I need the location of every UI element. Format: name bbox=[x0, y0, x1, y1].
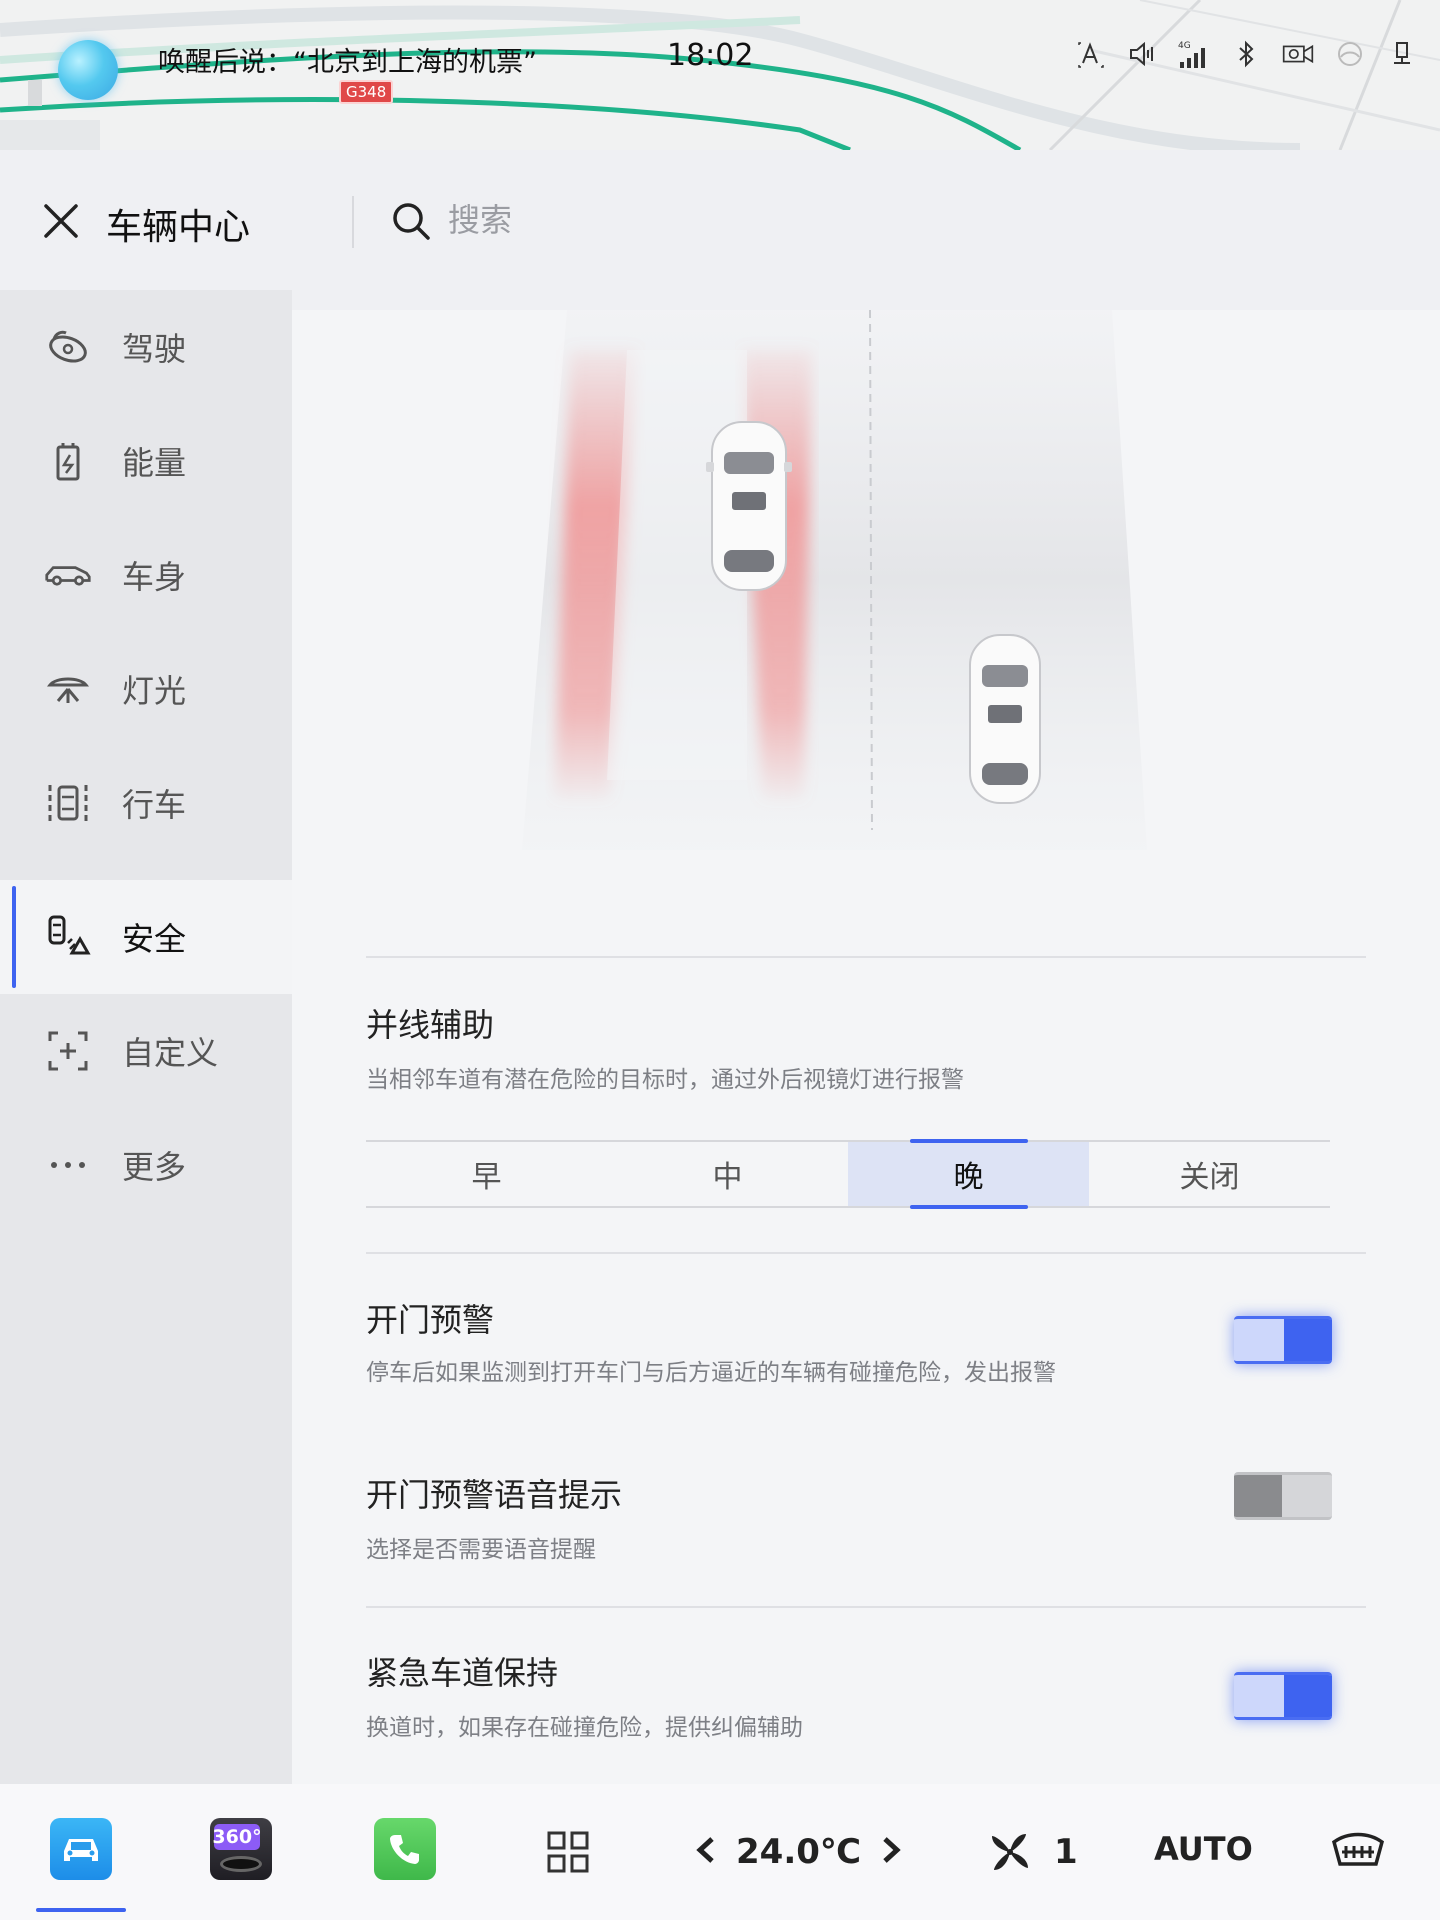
camera-icon[interactable] bbox=[1282, 38, 1314, 70]
status-bar: 唤醒后说：“北京到上海的机票” G348 18:02 4G bbox=[0, 0, 1440, 150]
sidebar-item-energy[interactable]: 能量 bbox=[0, 404, 292, 518]
temperature-control: 24.0℃ bbox=[694, 1824, 903, 1880]
search-icon[interactable] bbox=[390, 200, 432, 242]
phone-icon bbox=[390, 1835, 419, 1864]
section-divider bbox=[366, 1252, 1366, 1254]
more-icon bbox=[44, 1141, 92, 1189]
sidebar-item-label: 安全 bbox=[122, 920, 187, 958]
sidebar-item-label: 自定义 bbox=[122, 1034, 219, 1072]
clock: 18:02 bbox=[667, 38, 754, 73]
defrost-icon bbox=[1331, 1832, 1385, 1866]
lane-assist-title: 并线辅助 bbox=[366, 1006, 495, 1044]
road-badge: G348 bbox=[339, 80, 394, 104]
battery-icon bbox=[44, 437, 92, 485]
custom-icon bbox=[44, 1027, 92, 1075]
segment-option-mid[interactable]: 中 bbox=[607, 1142, 848, 1206]
car-icon bbox=[64, 1839, 98, 1861]
segment-option-late[interactable]: 晚 bbox=[848, 1142, 1089, 1206]
door-warning-title: 开门预警 bbox=[366, 1301, 495, 1339]
sidebar-item-more[interactable]: 更多 bbox=[0, 1108, 292, 1222]
lane-assist-segmented-control: 早 中 晚 关闭 bbox=[366, 1140, 1330, 1208]
ego-car bbox=[706, 421, 792, 591]
settings-panel: 并线辅助 当相邻车道有潜在危险的目标时，通过外后视镜灯进行报警 早 中 晚 关闭… bbox=[292, 310, 1440, 1784]
wake-hint: 唤醒后说：“北京到上海的机票” bbox=[158, 47, 537, 78]
sidebar-item-driving[interactable]: 驾驶 bbox=[0, 290, 292, 404]
emergency-lane-keep-toggle[interactable] bbox=[1234, 1672, 1332, 1720]
app-grid-button[interactable] bbox=[536, 1820, 600, 1884]
segment-option-early[interactable]: 早 bbox=[366, 1142, 607, 1206]
fan-control[interactable]: 1 bbox=[988, 1824, 1078, 1880]
segment-option-off[interactable]: 关闭 bbox=[1089, 1142, 1330, 1206]
door-warning-desc: 停车后如果监测到打开车门与后方逼近的车辆有碰撞危险，发出报警 bbox=[366, 1360, 1056, 1386]
page-header: 车辆中心 bbox=[0, 150, 1440, 290]
door-warning-voice-desc: 选择是否需要语音提醒 bbox=[366, 1537, 596, 1563]
header-divider bbox=[352, 196, 354, 248]
chevron-left-icon bbox=[696, 1837, 714, 1863]
vehicle-app-button[interactable] bbox=[50, 1818, 112, 1880]
volume-icon[interactable] bbox=[1126, 38, 1158, 70]
phone-app-button[interactable] bbox=[374, 1818, 436, 1880]
sidebar-item-lights[interactable]: 灯光 bbox=[0, 632, 292, 746]
other-car bbox=[969, 634, 1041, 804]
grid-icon bbox=[547, 1831, 589, 1873]
lane-assist-desc: 当相邻车道有潜在危险的目标时，通过外后视镜灯进行报警 bbox=[366, 1067, 964, 1093]
voice-assistant-orb[interactable] bbox=[58, 40, 118, 100]
sidebar-item-label: 灯光 bbox=[122, 672, 187, 710]
close-button[interactable] bbox=[40, 200, 82, 242]
sidebar-item-label: 能量 bbox=[122, 444, 187, 482]
rear-defrost-button[interactable] bbox=[1330, 1824, 1386, 1880]
car-body-icon bbox=[44, 551, 92, 599]
svg-text:4G: 4G bbox=[1178, 41, 1191, 51]
steering-assist-icon bbox=[1334, 38, 1366, 70]
section-divider bbox=[366, 956, 1366, 958]
camera-lens-icon bbox=[220, 1856, 262, 1872]
fan-icon bbox=[992, 1834, 1028, 1870]
emergency-lane-keep-title: 紧急车道保持 bbox=[366, 1654, 559, 1692]
bottom-dock: 360° 24.0℃ 1 AUTO bbox=[0, 1784, 1440, 1920]
sidebar-item-body[interactable]: 车身 bbox=[0, 518, 292, 632]
search-input[interactable] bbox=[448, 196, 848, 244]
status-icons: 4G bbox=[1074, 38, 1418, 70]
camera-360-app-button[interactable]: 360° bbox=[210, 1818, 272, 1880]
person-icon bbox=[1074, 38, 1106, 70]
active-app-indicator bbox=[36, 1908, 126, 1912]
page-title: 车辆中心 bbox=[106, 207, 251, 248]
door-warning-toggle[interactable] bbox=[1234, 1316, 1332, 1364]
sidebar-item-label: 驾驶 bbox=[122, 330, 187, 368]
steering-wheel-icon bbox=[44, 323, 92, 371]
sidebar-item-label: 更多 bbox=[122, 1148, 187, 1186]
auto-climate-button[interactable]: AUTO bbox=[1154, 1830, 1253, 1868]
chevron-right-icon bbox=[883, 1837, 901, 1863]
sidebar-item-label: 行车 bbox=[122, 786, 187, 824]
sidebar-item-drive-assist[interactable]: 行车 bbox=[0, 746, 292, 860]
sidebar: 驾驶 能量 车身 灯光 行车 安全 自定义 更多 bbox=[0, 290, 292, 1784]
camera-360-badge: 360° bbox=[212, 1824, 262, 1850]
temp-decrease-button[interactable] bbox=[694, 1835, 718, 1869]
sidebar-item-label: 车身 bbox=[122, 558, 187, 596]
signal-4g-icon: 4G bbox=[1178, 38, 1210, 70]
usb-icon bbox=[1386, 38, 1418, 70]
fan-level-value: 1 bbox=[1054, 1832, 1078, 1872]
headlight-icon bbox=[44, 665, 92, 713]
door-warning-voice-title: 开门预警语音提示 bbox=[366, 1476, 623, 1514]
bluetooth-icon[interactable] bbox=[1230, 38, 1262, 70]
driving-icon bbox=[44, 779, 92, 827]
section-divider bbox=[366, 1606, 1366, 1608]
sidebar-item-safety[interactable]: 安全 bbox=[0, 880, 292, 994]
door-warning-voice-toggle[interactable] bbox=[1234, 1472, 1332, 1520]
temp-increase-button[interactable] bbox=[879, 1835, 903, 1869]
emergency-lane-keep-desc: 换道时，如果存在碰撞危险，提供纠偏辅助 bbox=[366, 1715, 803, 1741]
safety-icon bbox=[44, 913, 92, 961]
sidebar-item-custom[interactable]: 自定义 bbox=[0, 994, 292, 1108]
blind-spot-illustration bbox=[522, 310, 1147, 850]
close-icon bbox=[44, 204, 78, 238]
temperature-value: 24.0℃ bbox=[736, 1832, 862, 1872]
